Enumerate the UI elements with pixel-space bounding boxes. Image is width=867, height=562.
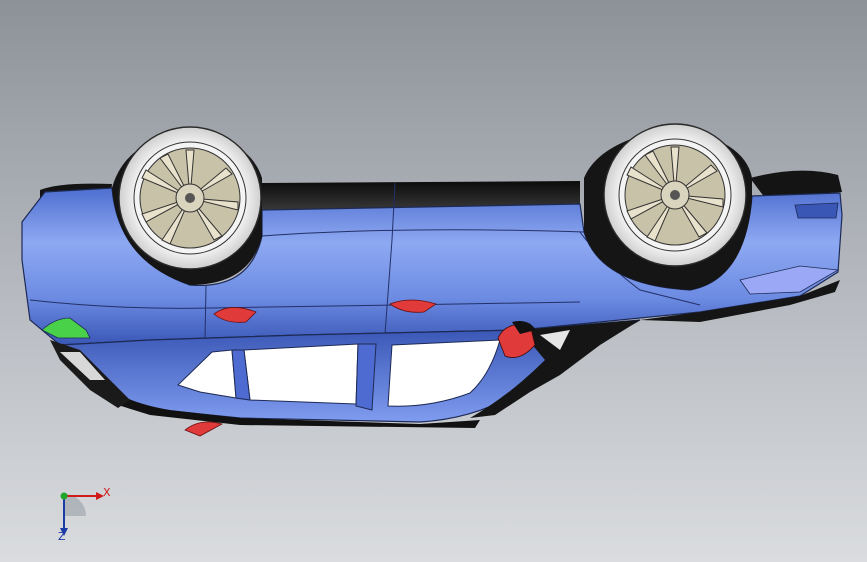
grille: [794, 202, 839, 219]
roof-antenna: [184, 421, 224, 437]
coordinate-triad: X Z: [48, 478, 118, 548]
graphics-viewport[interactable]: X Z: [0, 0, 867, 562]
rear-wheel: [118, 126, 262, 270]
b-pillar: [355, 343, 377, 411]
x-axis-label: X: [103, 486, 111, 499]
window-rear: [243, 343, 359, 405]
z-axis-label: Z: [58, 530, 66, 543]
front-wheel: [603, 123, 747, 267]
car-model-icon[interactable]: [0, 0, 867, 562]
